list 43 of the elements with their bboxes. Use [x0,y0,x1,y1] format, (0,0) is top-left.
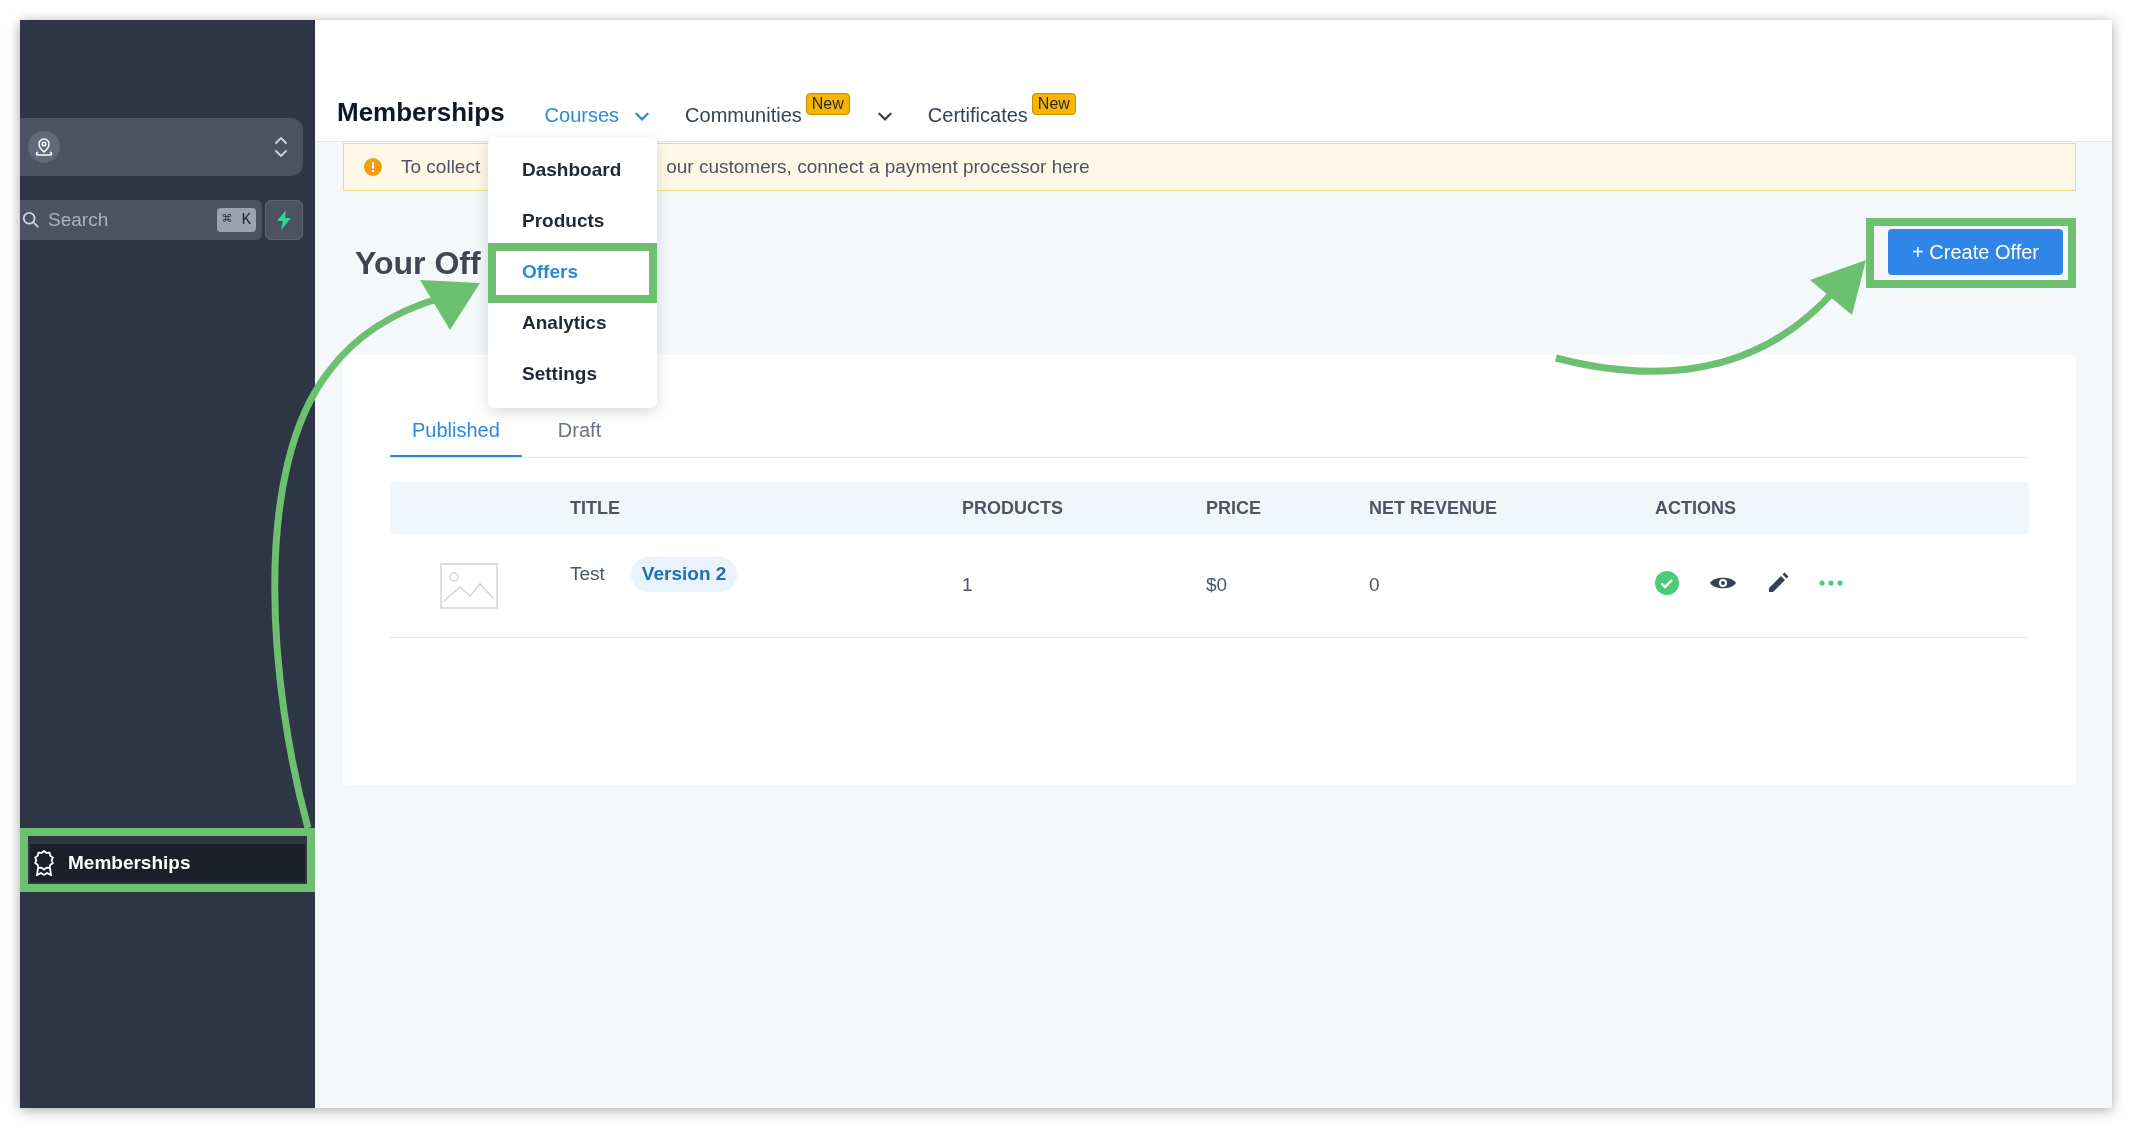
banner-text: To collect [401,154,481,179]
search-input[interactable]: Search [48,205,210,235]
warning-icon [364,158,382,176]
create-offer-button[interactable]: + Create Offer [1888,229,2063,275]
table-cell-text: 1 [962,573,974,598]
column-header: TITLE [570,496,621,520]
column-header: NET REVENUE [1369,496,1499,520]
menu-item[interactable]: Settings [488,349,657,400]
search-field[interactable]: Search ⌘ K [20,200,262,240]
status-tab[interactable]: Published [390,415,522,457]
table-cell-text: 0 [1369,573,1381,598]
lightning-bolt-icon [276,210,292,230]
version-badge: Version 2 [630,557,738,592]
menu-item[interactable]: Products [488,196,657,247]
page-heading: Your Off [355,244,481,283]
pencil-icon[interactable] [1767,571,1789,594]
column-header: PRODUCTS [962,496,1064,520]
nav-tab[interactable]: Certificates [927,105,1028,125]
status-tab[interactable]: Draft [535,415,624,457]
column-header: PRICE [1206,496,1262,520]
nav-tab[interactable]: Communities [685,105,802,125]
chevron-up-down-icon [273,135,289,159]
menu-item[interactable]: Analytics [488,298,657,349]
menu-item[interactable]: Offers [488,247,657,298]
new-badge: New [1031,93,1076,115]
new-badge: New [805,93,850,115]
offer-title: Test [570,562,605,587]
more-dots-icon[interactable] [1819,579,1843,586]
sidebar-item-label: Memberships [68,850,191,875]
location-pin-icon [28,131,60,163]
column-header: ACTIONS [1655,496,1737,520]
page-title: Memberships [337,99,505,125]
nav-tab[interactable]: Courses [544,105,620,125]
search-icon [22,211,40,229]
banner-text: our customers, connect a payment processor here [666,154,1090,179]
menu-item[interactable]: Dashboard [488,145,657,196]
bolt-button[interactable] [265,200,303,240]
shortcut-key: ⌘ K [217,208,256,232]
image-placeholder-icon [440,562,498,609]
sidebar-item[interactable]: Memberships [30,844,305,882]
award-ribbon-icon [34,850,54,876]
table-cell-text: $0 [1206,573,1229,598]
check-circle-icon [1655,570,1679,595]
